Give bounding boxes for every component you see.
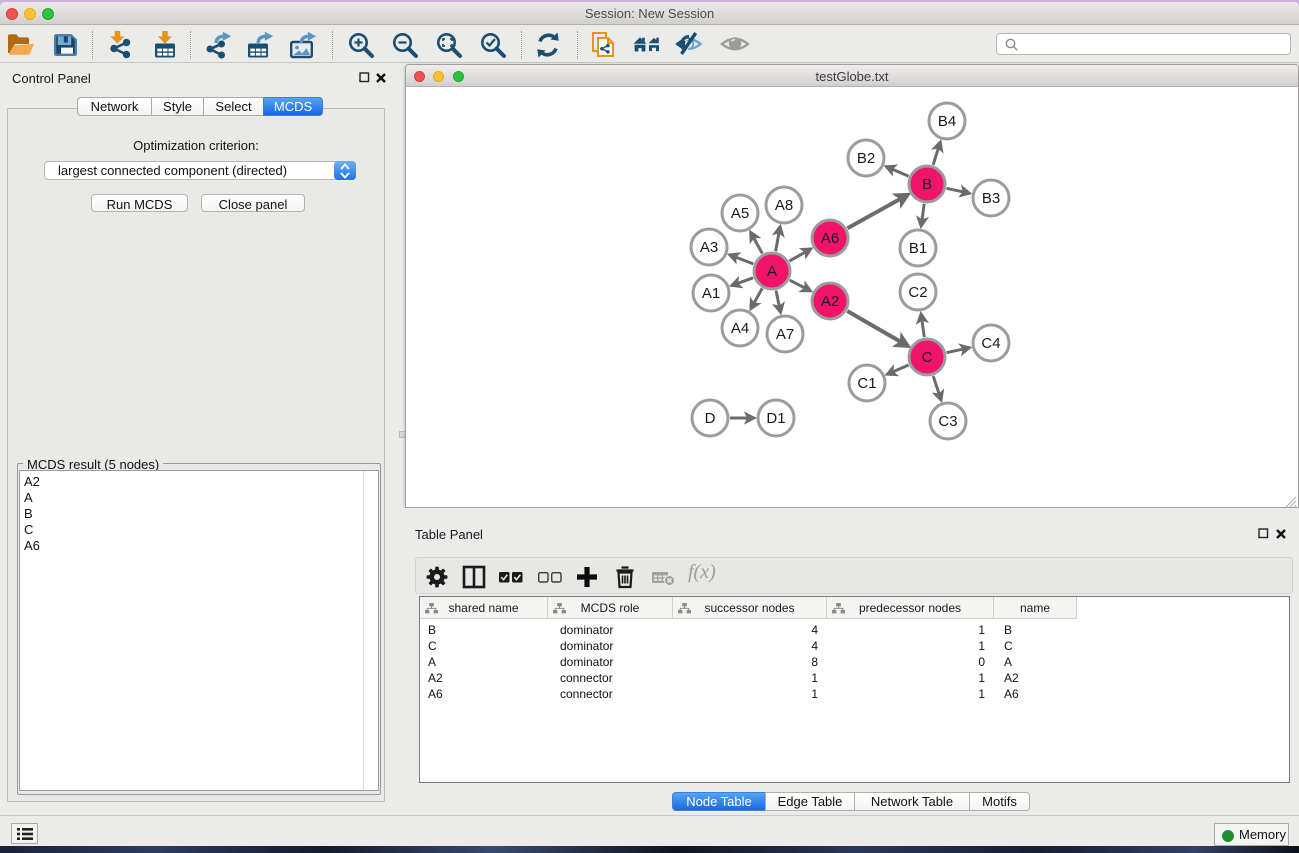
svg-text:B1: B1 <box>909 240 927 257</box>
svg-text:B4: B4 <box>938 113 956 130</box>
svg-text:A3: A3 <box>700 239 718 256</box>
svg-text:A8: A8 <box>775 197 793 214</box>
svg-text:D1: D1 <box>766 410 785 427</box>
svg-text:C4: C4 <box>981 335 1000 352</box>
svg-text:A5: A5 <box>731 205 749 222</box>
svg-text:C3: C3 <box>938 413 957 430</box>
svg-text:B2: B2 <box>857 150 875 167</box>
svg-text:B: B <box>922 176 932 193</box>
svg-text:A4: A4 <box>731 320 749 337</box>
svg-text:C2: C2 <box>908 284 927 301</box>
svg-text:C1: C1 <box>857 375 876 392</box>
svg-text:B3: B3 <box>982 190 1000 207</box>
svg-text:D: D <box>705 410 716 427</box>
svg-text:A1: A1 <box>702 285 720 302</box>
svg-text:C: C <box>922 349 933 366</box>
svg-text:A: A <box>767 263 777 280</box>
svg-text:A2: A2 <box>821 293 839 310</box>
svg-text:A6: A6 <box>821 230 839 247</box>
svg-text:A7: A7 <box>776 326 794 343</box>
